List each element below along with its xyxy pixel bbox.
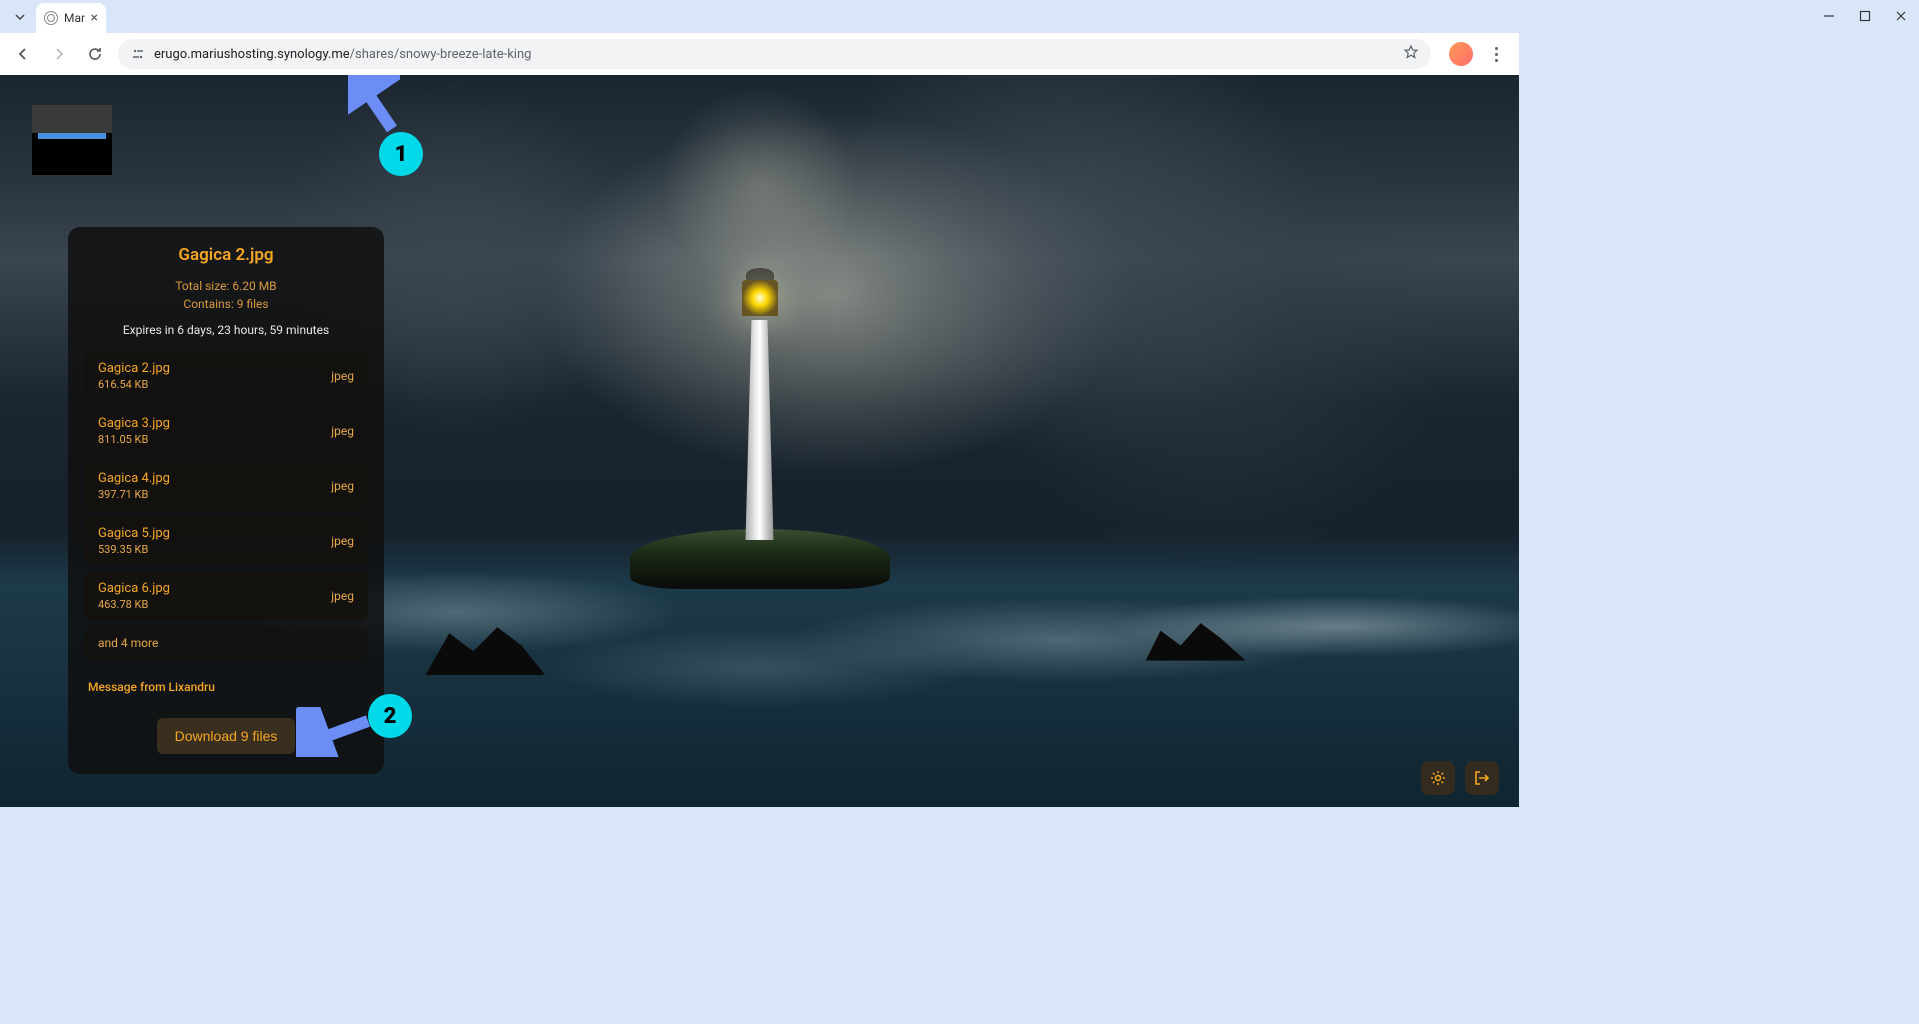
address-bar[interactable]: erugo.mariushosting.synology.me/shares/s…	[118, 39, 1431, 69]
settings-button[interactable]	[1421, 761, 1455, 795]
share-card: Gagica 2.jpg Total size: 6.20 MB Contain…	[68, 227, 384, 774]
share-expires: Expires in 6 days, 23 hours, 59 minutes	[84, 323, 368, 337]
file-name: Gagica 3.jpg	[98, 416, 170, 431]
tab-title: Mar	[64, 11, 85, 25]
annotation-badge-2: 2	[368, 694, 412, 738]
site-settings-icon[interactable]	[130, 46, 146, 62]
browser-toolbar: erugo.mariushosting.synology.me/shares/s…	[0, 33, 1519, 75]
file-row[interactable]: Gagica 5.jpg 539.35 KB jpeg	[84, 516, 368, 566]
file-size: 463.78 KB	[98, 598, 170, 611]
more-files-row[interactable]: and 4 more	[84, 626, 368, 660]
app-logo[interactable]	[32, 105, 112, 175]
file-name: Gagica 4.jpg	[98, 471, 170, 486]
file-name: Gagica 6.jpg	[98, 581, 170, 596]
background-lighthouse	[735, 280, 785, 540]
page-content: Gagica 2.jpg Total size: 6.20 MB Contain…	[0, 75, 1519, 807]
annotation-badge-1: 1	[379, 132, 423, 176]
tab-search-dropdown[interactable]	[8, 5, 32, 29]
share-meta: Total size: 6.20 MB Contains: 9 files	[84, 277, 368, 313]
back-button[interactable]	[10, 41, 36, 67]
share-contains: Contains: 9 files	[84, 295, 368, 313]
browser-chrome: Mar × erugo.mariushosting.synology.me/sh…	[0, 0, 1519, 75]
reload-button[interactable]	[82, 41, 108, 67]
download-button[interactable]: Download 9 files	[157, 718, 296, 754]
maximize-icon[interactable]	[1855, 6, 1875, 26]
window-controls	[1819, 6, 1911, 26]
globe-icon	[44, 11, 58, 25]
file-type: jpeg	[331, 589, 354, 603]
message-from: Message from Lixandru	[84, 672, 368, 702]
file-size: 811.05 KB	[98, 433, 170, 446]
browser-tab[interactable]: Mar ×	[36, 3, 106, 33]
annotation-arrow	[348, 75, 400, 137]
file-type: jpeg	[331, 424, 354, 438]
annotation-arrow	[296, 707, 376, 757]
file-size: 539.35 KB	[98, 543, 170, 556]
file-row[interactable]: Gagica 4.jpg 397.71 KB jpeg	[84, 461, 368, 511]
tab-bar: Mar ×	[0, 0, 1519, 33]
bookmark-star-icon[interactable]	[1403, 44, 1419, 64]
share-title: Gagica 2.jpg	[84, 245, 368, 265]
file-type: jpeg	[331, 534, 354, 548]
close-icon[interactable]: ×	[91, 10, 98, 26]
minimize-icon[interactable]	[1819, 6, 1839, 26]
forward-button[interactable]	[46, 41, 72, 67]
file-type: jpeg	[331, 479, 354, 493]
file-size: 397.71 KB	[98, 488, 170, 501]
share-total-size: Total size: 6.20 MB	[84, 277, 368, 295]
file-name: Gagica 5.jpg	[98, 526, 170, 541]
file-type: jpeg	[331, 369, 354, 383]
profile-avatar[interactable]	[1449, 42, 1473, 66]
file-size: 616.54 KB	[98, 378, 170, 391]
file-list: Gagica 2.jpg 616.54 KB jpeg Gagica 3.jpg…	[84, 351, 368, 660]
file-row[interactable]: Gagica 6.jpg 463.78 KB jpeg	[84, 571, 368, 621]
bottom-right-actions	[1421, 761, 1499, 795]
window-close-icon[interactable]	[1891, 6, 1911, 26]
file-row[interactable]: Gagica 3.jpg 811.05 KB jpeg	[84, 406, 368, 456]
browser-menu-icon[interactable]	[1483, 47, 1509, 62]
file-row[interactable]: Gagica 2.jpg 616.54 KB jpeg	[84, 351, 368, 401]
logout-button[interactable]	[1465, 761, 1499, 795]
url-text: erugo.mariushosting.synology.me/shares/s…	[154, 47, 1395, 62]
file-name: Gagica 2.jpg	[98, 361, 170, 376]
